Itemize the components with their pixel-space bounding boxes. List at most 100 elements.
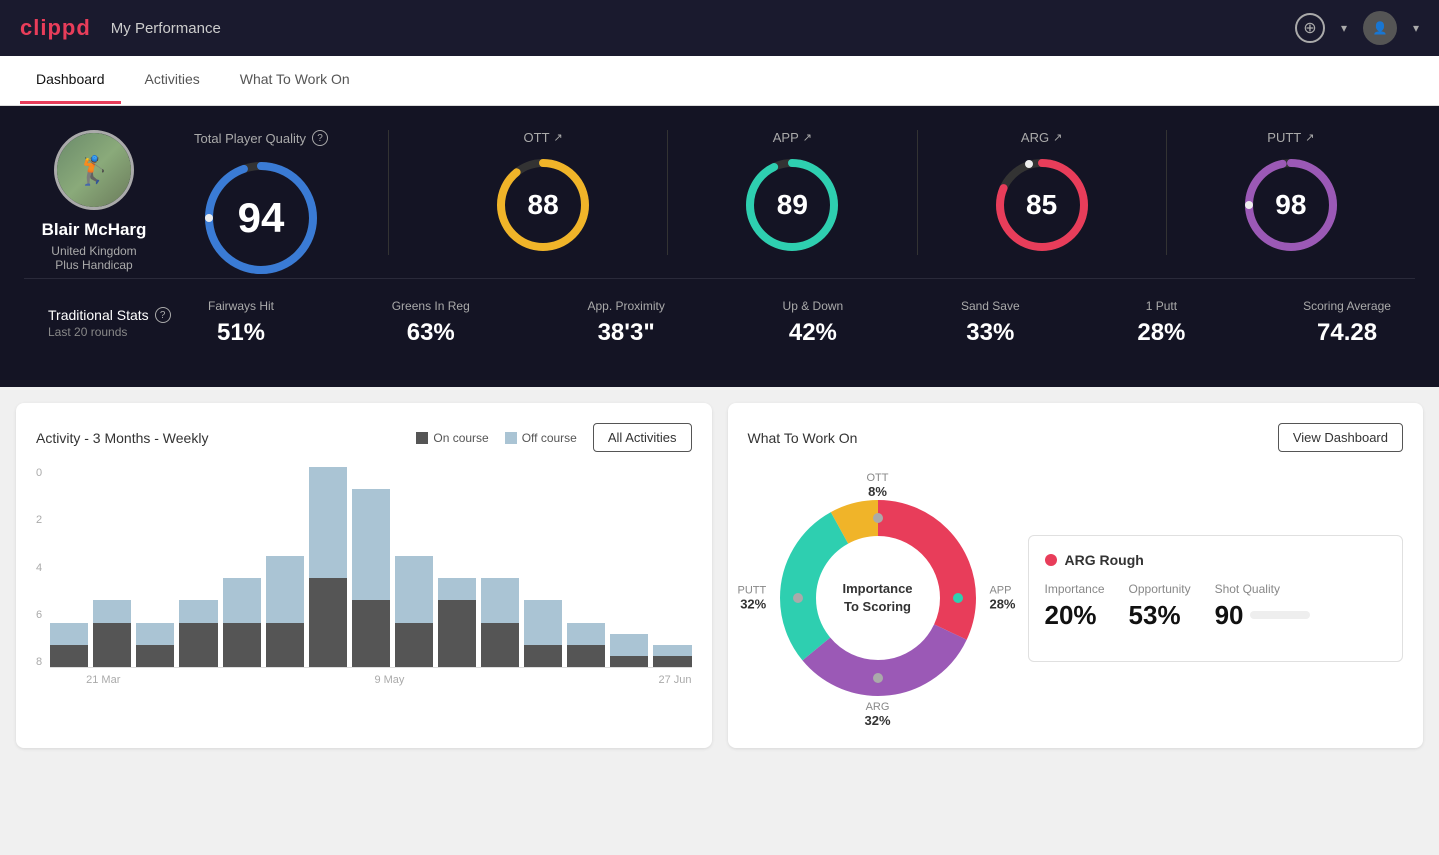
arg-donut-label: ARG 32% <box>864 701 890 728</box>
app-donut-label: APP 28% <box>989 585 1015 612</box>
x-label-mar: 21 Mar <box>86 674 120 686</box>
putt-donut-label: PUTT 32% <box>738 585 767 612</box>
stat-greens: Greens In Reg 63% <box>392 299 470 347</box>
detail-dot <box>1045 554 1057 566</box>
bar-group <box>136 623 174 667</box>
donut-center-label: Importance To Scoring <box>842 580 912 616</box>
stat-sandsave: Sand Save 33% <box>961 299 1020 347</box>
arg-circle: 85 <box>992 155 1092 255</box>
putt-value: 98 <box>1275 189 1306 221</box>
importance-value: 20% <box>1045 600 1105 631</box>
on-course-bar <box>50 645 88 667</box>
total-quality-value: 94 <box>238 194 285 242</box>
on-course-bar <box>309 578 347 667</box>
arg-value: 85 <box>1026 189 1057 221</box>
on-course-bar <box>524 645 562 667</box>
legend-on-course: On course <box>416 431 488 445</box>
ott-donut-label: OTT 8% <box>867 472 889 499</box>
off-course-bar <box>309 467 347 578</box>
work-header: What To Work On View Dashboard <box>748 423 1404 452</box>
shot-quality-label: Shot Quality <box>1215 582 1310 596</box>
on-course-bar <box>93 623 131 667</box>
importance-label: Importance <box>1045 582 1105 596</box>
off-course-bar <box>395 556 433 623</box>
avatar[interactable]: 👤 <box>1363 11 1397 45</box>
header-left: clippd My Performance <box>20 15 221 41</box>
bar-group <box>223 578 261 667</box>
bar-group <box>610 634 648 667</box>
off-course-bar <box>266 556 304 623</box>
off-course-bar <box>524 600 562 644</box>
off-course-bar <box>50 623 88 645</box>
bar-group <box>93 600 131 667</box>
putt-label: PUTT ↗ <box>1267 130 1314 145</box>
on-course-bar <box>481 623 519 667</box>
header: clippd My Performance ⊕ ▾ 👤 ▾ <box>0 0 1439 56</box>
on-course-bar <box>653 656 691 667</box>
header-right: ⊕ ▾ 👤 ▾ <box>1295 11 1419 45</box>
ott-value: 88 <box>528 189 559 221</box>
x-label-may: 9 May <box>374 674 404 686</box>
tab-dashboard[interactable]: Dashboard <box>20 57 121 104</box>
y-label-6: 6 <box>36 610 42 621</box>
on-course-bar <box>266 623 304 667</box>
stat-scoring: Scoring Average 74.28 <box>1303 299 1391 347</box>
bar-group <box>567 623 605 667</box>
avatar-chevron-icon: ▾ <box>1413 21 1419 35</box>
bar-group <box>266 556 304 667</box>
y-label-8: 8 <box>36 657 42 668</box>
putt-score: PUTT ↗ 98 <box>1167 130 1415 255</box>
ott-label: OTT ↗ <box>524 130 563 145</box>
putt-circle: 98 <box>1241 155 1341 255</box>
y-label-4: 4 <box>36 563 42 574</box>
add-button[interactable]: ⊕ <box>1295 13 1325 43</box>
chart-bars <box>50 468 691 668</box>
ott-score: OTT ↗ 88 <box>419 130 668 255</box>
chart-x-labels: 21 Mar 9 May 27 Jun <box>50 674 691 686</box>
metric-opportunity: Opportunity 53% <box>1129 582 1191 631</box>
tab-activities[interactable]: Activities <box>129 57 216 104</box>
stat-label-sub: Last 20 rounds <box>48 325 208 339</box>
updown-label: Up & Down <box>783 299 844 313</box>
bottom-panels: Activity - 3 Months - Weekly On course O… <box>0 387 1439 764</box>
work-content: Importance To Scoring OTT 8% APP 28% ARG… <box>748 468 1404 728</box>
logo: clippd <box>20 15 91 41</box>
stat-1putt: 1 Putt 28% <box>1137 299 1185 347</box>
bar-group <box>309 467 347 667</box>
stats-info-icon[interactable]: ? <box>155 307 171 323</box>
scores-row: OTT ↗ 88 APP ↗ <box>388 130 1415 255</box>
work-detail-title: ARG Rough <box>1045 552 1387 568</box>
ott-circle: 88 <box>493 155 593 255</box>
bar-group <box>179 600 217 667</box>
avatar-img: 👤 <box>1372 21 1387 35</box>
on-course-bar <box>395 623 433 667</box>
app-score: APP ↗ 89 <box>668 130 917 255</box>
shot-quality-bar-bg <box>1250 611 1310 619</box>
updown-value: 42% <box>783 319 844 347</box>
sandsave-value: 33% <box>961 319 1020 347</box>
stat-proximity: App. Proximity 38'3" <box>587 299 664 347</box>
tab-what-to-work-on[interactable]: What To Work On <box>224 57 366 104</box>
off-course-bar <box>352 489 390 600</box>
player-handicap: Plus Handicap <box>24 258 164 272</box>
chart-legend: On course Off course All Activities <box>416 423 691 452</box>
off-course-bar <box>223 578 261 622</box>
work-detail-card: ARG Rough Importance 20% Opportunity 53% <box>1028 535 1404 662</box>
fairways-label: Fairways Hit <box>208 299 274 313</box>
all-activities-button[interactable]: All Activities <box>593 423 692 452</box>
bar-group <box>481 578 519 667</box>
on-course-bar <box>136 645 174 667</box>
nav-tabs: Dashboard Activities What To Work On <box>0 56 1439 106</box>
on-course-bar <box>610 656 648 667</box>
bar-group <box>50 623 88 667</box>
traditional-stats-row: Traditional Stats ? Last 20 rounds Fairw… <box>24 278 1415 357</box>
on-course-bar <box>352 600 390 667</box>
view-dashboard-button[interactable]: View Dashboard <box>1278 423 1403 452</box>
1putt-label: 1 Putt <box>1137 299 1185 313</box>
total-quality-circle: 94 <box>201 158 321 278</box>
info-icon[interactable]: ? <box>312 130 328 146</box>
bar-group <box>524 600 562 667</box>
player-name: Blair McHarg <box>24 220 164 240</box>
sandsave-label: Sand Save <box>961 299 1020 313</box>
activity-panel: Activity - 3 Months - Weekly On course O… <box>16 403 712 748</box>
